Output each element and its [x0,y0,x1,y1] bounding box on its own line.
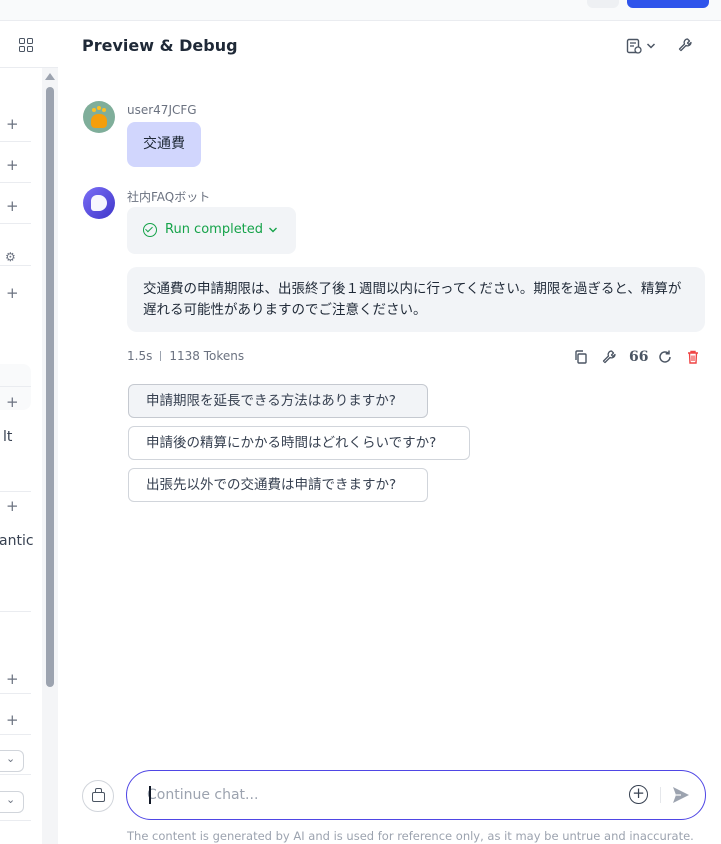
wrench-icon[interactable] [601,349,617,365]
send-icon[interactable] [670,784,692,806]
chat-input[interactable] [147,785,617,805]
toolbox-icon-body [92,792,105,802]
scrollbar[interactable] [45,73,55,693]
check-circle-icon [143,223,157,237]
scroll-up-arrow-icon[interactable] [45,73,55,80]
ai-disclaimer: The content is generated by AI and is us… [127,829,694,843]
grid-icon[interactable] [19,38,33,52]
config-row [0,735,31,775]
left-panel-header [0,21,58,68]
suggested-question[interactable]: 申請後の精算にかかる時間はどれくらいですか? [128,426,470,460]
config-row [0,492,31,612]
plus-icon[interactable]: + [6,713,19,728]
top-toolbar [0,0,721,21]
page-title: Preview & Debug [82,36,238,55]
suggested-question[interactable]: 出張先以外での交通費は申請できますか? [128,468,428,502]
chat-input-box[interactable]: + [126,770,706,820]
delete-icon[interactable] [685,349,701,365]
left-panel-content: + + + ⚙ + + lt + antic + + ⌄ ⌄ [0,68,42,844]
copy-icon[interactable] [573,349,589,365]
bot-name: 社内FAQボット [127,190,211,204]
plus-icon[interactable]: + [6,286,19,301]
token-count: 1138 Tokens [169,349,245,363]
bot-avatar [83,187,115,219]
add-attachment-icon[interactable]: + [629,785,648,804]
text-cursor [149,786,151,804]
suggested-question[interactable]: 申請期限を延長できる方法はありますか? [128,384,428,418]
plus-icon[interactable]: + [6,117,19,132]
divider [660,787,661,803]
document-settings-icon[interactable] [626,38,642,54]
run-status-label: Run completed [165,222,264,237]
config-row [0,318,31,386]
plus-icon[interactable]: + [6,672,19,687]
wrench-icon[interactable] [677,37,693,53]
config-row [0,775,31,821]
bot-answer-bubble: 交通費の申請期限は、出張終了後１週間以内に行ってください。期限を過ぎると、精算が… [127,267,705,332]
quote-icon[interactable]: 66 [629,349,648,365]
toolbar-primary-button[interactable] [627,0,709,8]
scrollbar-thumb[interactable] [46,87,54,687]
toolbox-button[interactable] [82,780,114,812]
run-status-toggle[interactable]: Run completed [127,207,296,254]
toolbar-secondary-button[interactable] [587,0,619,8]
response-meta: 1.5s 1138 Tokens [127,349,244,363]
gear-icon[interactable]: ⚙ [5,251,16,263]
latency: 1.5s [127,349,153,363]
regenerate-icon[interactable] [657,349,673,365]
user-name: user47JCFG [127,103,197,117]
user-message-bubble: 交通費 [127,122,201,167]
config-row [0,386,31,492]
chevron-down-icon[interactable] [646,41,656,51]
avatar [83,101,115,133]
divider [160,351,162,361]
plus-icon[interactable]: + [6,199,19,214]
plus-icon[interactable]: + [6,158,19,173]
preview-debug-panel: Preview & Debug user47JCFG 交通費 社内FAQボット … [58,21,721,844]
left-config-panel: + + + ⚙ + + lt + antic + + ⌄ ⌄ [0,21,58,844]
chevron-down-icon [269,227,277,233]
